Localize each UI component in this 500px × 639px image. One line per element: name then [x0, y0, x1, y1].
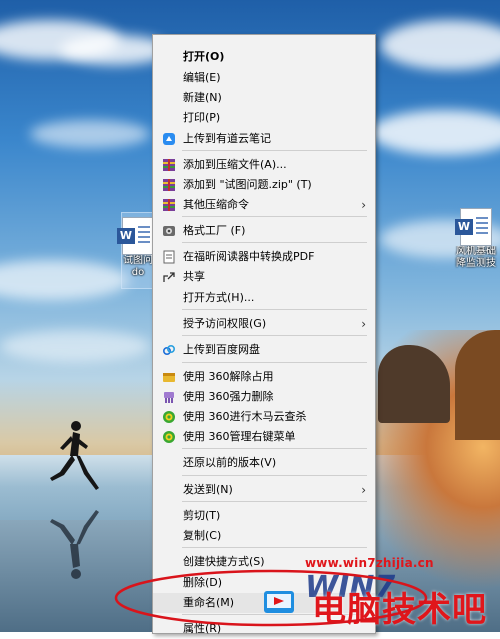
- foxit-pdf-icon: [162, 250, 176, 264]
- format-factory-icon: [162, 224, 176, 238]
- menu-item[interactable]: 其他压缩命令 ›: [153, 195, 375, 215]
- menu-item[interactable]: 共享: [153, 267, 375, 287]
- menu-separator: [182, 362, 367, 363]
- 360-shred-icon: [162, 390, 176, 404]
- youdao-note-icon: [162, 132, 176, 146]
- menu-item-label: 新建(N): [183, 91, 222, 104]
- menu-item-label: 上传到百度网盘: [183, 343, 260, 356]
- 360-scan-icon: [162, 410, 176, 424]
- menu-separator: [182, 335, 367, 336]
- menu-item-label: 使用 360强力删除: [183, 390, 274, 403]
- menu-item-label: 还原以前的版本(V): [183, 456, 277, 469]
- menu-item[interactable]: 在福昕阅读器中转换成PDF: [153, 247, 375, 267]
- word-doc-icon: W: [117, 217, 154, 255]
- menu-item-label: 使用 360解除占用: [183, 370, 274, 383]
- menu-separator: [182, 309, 367, 310]
- menu-item[interactable]: 剪切(T): [153, 506, 375, 526]
- menu-item[interactable]: 上传到百度网盘: [153, 340, 375, 360]
- menu-item-label: 打开(O): [183, 50, 225, 63]
- word-doc-icon: W: [455, 208, 492, 246]
- archive-icon: [162, 178, 176, 192]
- menu-item-label: 在福昕阅读器中转换成PDF: [183, 250, 315, 263]
- menu-separator: [182, 150, 367, 151]
- menu-item[interactable]: 添加到 "试图问题.zip" (T): [153, 175, 375, 195]
- menu-separator: [182, 242, 367, 243]
- menu-item-label: 格式工厂 (F): [183, 224, 246, 237]
- menu-item-label: 共享: [183, 270, 205, 283]
- desktop-file[interactable]: W 风机基础 降监测技: [454, 208, 498, 270]
- menu-separator: [182, 501, 367, 502]
- menu-item-label: 复制(C): [183, 529, 222, 542]
- menu-item[interactable]: 使用 360解除占用: [153, 367, 375, 387]
- menu-item-label: 打开方式(H)...: [183, 291, 255, 304]
- menu-item[interactable]: 打开方式(H)...: [153, 288, 375, 308]
- menu-item[interactable]: 打开(O): [153, 47, 375, 67]
- menu-item-label: 使用 360进行木马云查杀: [183, 410, 307, 423]
- menu-item-label: 编辑(E): [183, 71, 221, 84]
- archive-icon: [162, 158, 176, 172]
- menu-item[interactable]: 授予访问权限(G) ›: [153, 314, 375, 334]
- menu-item[interactable]: 使用 360管理右键菜单: [153, 427, 375, 447]
- chevron-right-icon: ›: [361, 483, 366, 497]
- menu-item-label: 发送到(N): [183, 483, 233, 496]
- menu-separator: [182, 475, 367, 476]
- menu-separator: [182, 216, 367, 217]
- annotation-circle: [114, 569, 428, 627]
- context-menu: 打开(O) 编辑(E) 新建(N) 打印(P) 上传到有道云笔记添加到压缩文件(A)..…: [152, 34, 376, 635]
- menu-item-label: 添加到压缩文件(A)...: [183, 158, 287, 171]
- runner-silhouette: [50, 421, 99, 490]
- menu-item[interactable]: 还原以前的版本(V): [153, 453, 375, 473]
- menu-item[interactable]: 编辑(E): [153, 68, 375, 88]
- desktop-file-name: 试图问 do: [123, 255, 153, 278]
- menu-item[interactable]: 新建(N): [153, 88, 375, 108]
- menu-item[interactable]: 复制(C): [153, 526, 375, 546]
- menu-item[interactable]: 添加到压缩文件(A)...: [153, 155, 375, 175]
- menu-item[interactable]: 使用 360进行木马云查杀: [153, 407, 375, 427]
- archive-icon: [162, 198, 176, 212]
- desktop-file-selected[interactable]: W 试图问 do: [117, 212, 155, 289]
- 360-unlock-icon: [162, 370, 176, 384]
- menu-item[interactable]: 上传到有道云笔记: [153, 129, 375, 149]
- share-icon: [162, 270, 176, 284]
- menu-item[interactable]: 打印(P): [153, 108, 375, 128]
- runner-reflection: [50, 510, 99, 579]
- menu-separator: [182, 547, 367, 548]
- menu-item-label: 授予访问权限(G): [183, 317, 267, 330]
- menu-item[interactable]: 发送到(N) ›: [153, 480, 375, 500]
- menu-item[interactable]: 格式工厂 (F): [153, 221, 375, 241]
- menu-separator: [182, 448, 367, 449]
- menu-item-label: 剪切(T): [183, 509, 221, 522]
- desktop-file-name: 风机基础 降监测技: [456, 246, 496, 269]
- menu-item-label: 上传到有道云笔记: [183, 132, 271, 145]
- 360-menu-icon: [162, 430, 176, 444]
- menu-item-label: 使用 360管理右键菜单: [183, 430, 296, 443]
- baidu-netdisk-icon: [162, 343, 176, 357]
- menu-item[interactable]: 使用 360强力删除: [153, 387, 375, 407]
- chevron-right-icon: ›: [361, 317, 366, 331]
- chevron-right-icon: ›: [361, 198, 366, 212]
- menu-item-label: 其他压缩命令: [183, 198, 249, 211]
- menu-item-label: 打印(P): [183, 111, 221, 124]
- menu-item-label: 添加到 "试图问题.zip" (T): [183, 178, 312, 191]
